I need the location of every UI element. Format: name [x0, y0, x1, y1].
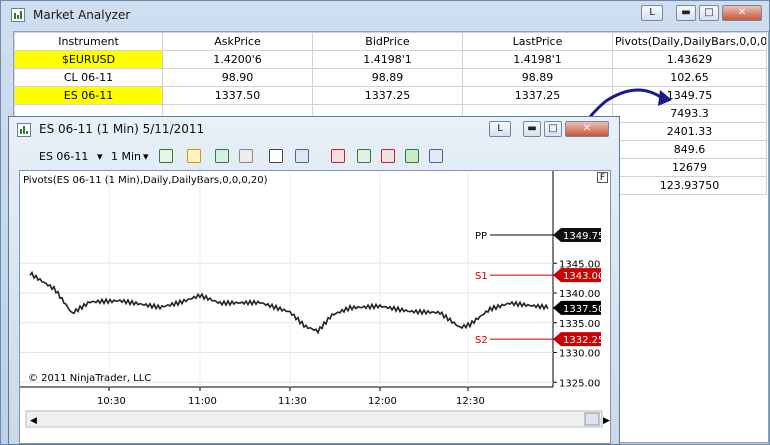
scrollbar-thumb [584, 412, 600, 426]
last-price-label: 1337.50 [563, 304, 604, 315]
y-tick-label: 1335.00 [559, 319, 600, 330]
y-tick-label: 1340.00 [559, 289, 600, 300]
y-tick-label: 1325.00 [559, 378, 600, 389]
pivot-value-label: 1343.00 [563, 271, 604, 282]
price-chart: 1345.001340.001335.001330.001325.0010:30… [20, 171, 610, 428]
zoom-icon[interactable] [295, 149, 309, 163]
strategies-icon[interactable] [381, 149, 395, 163]
pointer-icon[interactable] [269, 149, 283, 163]
instrument-dropdown-icon[interactable]: ▾ [97, 150, 103, 163]
remove-indicator-icon[interactable] [239, 149, 253, 163]
instrument-selector[interactable]: ES 06-11 [39, 150, 88, 163]
chart-window: ES 06-11 (1 Min) 5/11/2011 L ▬ □ ✕ ES 06… [8, 116, 620, 445]
scroll-right-arrow: ▶ [603, 416, 610, 426]
scroll-left-arrow: ◀ [30, 416, 37, 426]
chart-link-button[interactable]: L [489, 121, 511, 137]
x-tick-label: 12:00 [368, 396, 397, 407]
pivot-value-label: 1349.75 [563, 231, 604, 242]
pivot-label-s1: S1 [475, 271, 488, 282]
price-series [29, 270, 549, 335]
horizontal-scrollbar [25, 410, 603, 428]
pivot-value-label: 1332.25 [563, 335, 604, 346]
bar-type-icon[interactable] [159, 149, 173, 163]
chart-close-button[interactable]: ✕ [565, 121, 609, 137]
pivot-label-s2: S2 [475, 335, 488, 346]
chart-minimize-button[interactable]: ▬ [523, 121, 541, 137]
pivot-label-pp: PP [475, 231, 487, 242]
properties-icon[interactable] [429, 149, 443, 163]
add-indicator-icon[interactable] [215, 149, 229, 163]
x-tick-label: 10:30 [97, 396, 126, 407]
y-tick-label: 1330.00 [559, 349, 600, 360]
drawing-tool-icon[interactable] [187, 149, 201, 163]
dollar-icon[interactable] [405, 149, 419, 163]
chart-toolbar: ES 06-11 ▾ 1 Min ▾ [19, 144, 611, 168]
x-tick-label: 11:00 [188, 396, 217, 407]
x-tick-label: 11:30 [278, 396, 307, 407]
interval-dropdown-icon[interactable]: ▾ [143, 150, 149, 163]
chart-title: ES 06-11 (1 Min) 5/11/2011 [39, 122, 205, 136]
copyright-text: © 2011 NinjaTrader, LLC [28, 373, 152, 384]
chart-window-icon [17, 123, 31, 137]
interval-selector[interactable]: 1 Min [111, 150, 141, 163]
chart-style-icon[interactable] [331, 149, 345, 163]
chart-maximize-button[interactable]: □ [544, 121, 562, 137]
x-tick-label: 12:30 [456, 396, 485, 407]
chart-plot-area[interactable]: Pivots(ES 06-11 (1 Min),Daily,DailyBars,… [19, 170, 611, 444]
indicators-icon[interactable] [357, 149, 371, 163]
